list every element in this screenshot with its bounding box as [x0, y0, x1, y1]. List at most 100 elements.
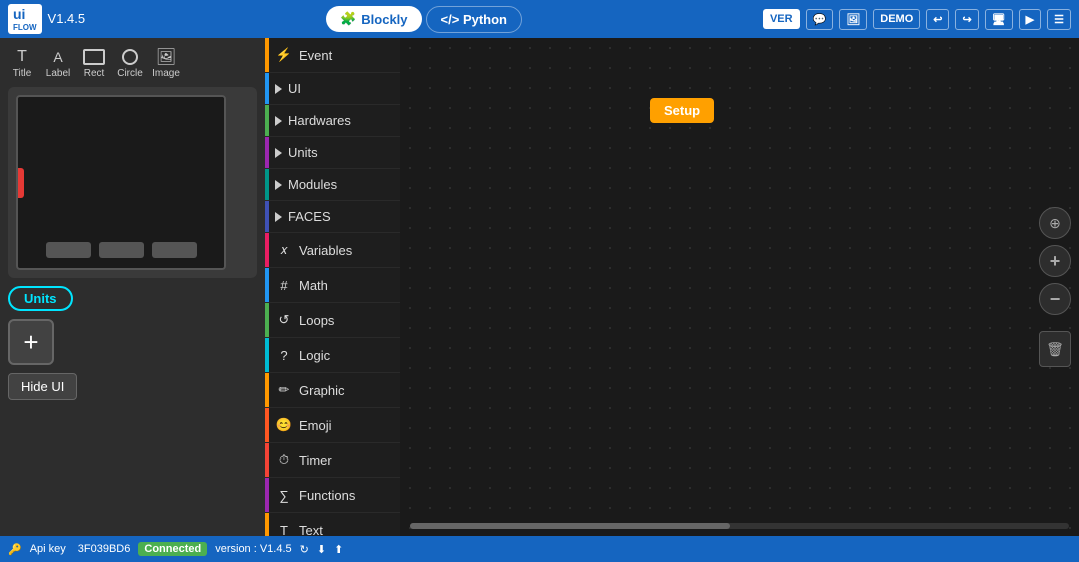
tool-rect[interactable]: Rect — [80, 46, 108, 79]
zoom-in-button[interactable]: + — [1039, 245, 1071, 277]
connected-badge: Connected — [138, 542, 207, 556]
monitor-button[interactable]: 🖥 — [985, 9, 1013, 30]
refresh-icon[interactable]: ↻ — [300, 543, 309, 556]
arrow-icon-modules — [275, 180, 282, 190]
tool-image[interactable]: 🖼 Image — [152, 46, 180, 79]
sidebar-icon-graphic: ✏ — [275, 381, 293, 399]
sidebar-item-loops[interactable]: ↺Loops — [265, 303, 400, 338]
add-unit-button[interactable]: + — [8, 319, 54, 365]
sidebar-icon-logic: ? — [275, 346, 293, 364]
topbar: ui FLOW V1.4.5 🧩 Blockly </> Python VER … — [0, 0, 1079, 38]
api-key-label: Api key — [30, 543, 66, 555]
sidebar-icon-text: T — [275, 521, 293, 536]
device-screen-container — [8, 87, 257, 278]
color-bar-functions — [265, 478, 269, 512]
image-button[interactable]: 🖼 — [839, 9, 867, 30]
bottombar-text: 🔑 Api key 3F039BD6 Connected version : V… — [8, 542, 343, 556]
sidebar-item-faces[interactable]: FACES — [265, 201, 400, 233]
color-bar-ui — [265, 73, 269, 104]
sidebar-item-logic[interactable]: ? Logic — [265, 338, 400, 373]
screen-inner — [18, 97, 224, 268]
run-button[interactable]: ▶ — [1019, 9, 1041, 30]
tool-icons-row: T Title A Label Rect Circle 🖼 — [8, 46, 257, 79]
zoom-target-button[interactable]: ⊕ — [1039, 207, 1071, 239]
sidebar-item-functions[interactable]: ∑ Functions — [265, 478, 400, 513]
sidebar-item-units[interactable]: Units — [265, 137, 400, 169]
color-bar-graphic — [265, 373, 269, 407]
sidebar-item-timer[interactable]: ⏱Timer — [265, 443, 400, 478]
redo-button[interactable]: ↪ — [955, 9, 978, 30]
arrow-icon-units — [275, 148, 282, 158]
sidebar-label-text: Text — [299, 523, 323, 537]
topbar-actions: VER 💬 🖼 DEMO ↩ ↪ 🖥 ▶ ☰ — [763, 9, 1071, 30]
version-label: V1.4.5 — [48, 11, 86, 26]
tool-label[interactable]: A Label — [44, 46, 72, 79]
right-controls: ⊕ + − 🗑 — [1039, 207, 1071, 367]
sidebar-label-functions: Functions — [299, 488, 355, 503]
sidebar-label-faces: FACES — [288, 209, 331, 224]
sidebar-label-math: Math — [299, 278, 328, 293]
sidebar-label-event: Event — [299, 48, 332, 63]
topbar-tabs: 🧩 Blockly </> Python — [326, 6, 522, 33]
sidebar-item-event[interactable]: ⚡ Event — [265, 38, 400, 73]
sidebar-item-variables[interactable]: 𝑥Variables — [265, 233, 400, 268]
sidebar-item-ui[interactable]: UI — [265, 73, 400, 105]
key-icon: 🔑 — [8, 543, 22, 556]
version-info: version : V1.4.5 — [215, 543, 291, 555]
sidebar-item-emoji[interactable]: 😊 Emoji — [265, 408, 400, 443]
sidebar-label-timer: Timer — [299, 453, 332, 468]
download-icon[interactable]: ⬇ — [317, 543, 326, 556]
sidebar-icon-event: ⚡ — [275, 46, 293, 64]
tab-blockly[interactable]: 🧩 Blockly — [326, 6, 421, 32]
bottombar: 🔑 Api key 3F039BD6 Connected version : V… — [0, 536, 1079, 562]
color-bar-math — [265, 268, 269, 302]
tab-python[interactable]: </> Python — [426, 6, 522, 33]
tool-title[interactable]: T Title — [8, 46, 36, 79]
sidebar-label-ui: UI — [288, 81, 301, 96]
sidebar-icon-functions: ∑ — [275, 486, 293, 504]
color-bar-modules — [265, 169, 269, 200]
upload-icon[interactable]: ⬆ — [334, 543, 343, 556]
sidebar-item-graphic[interactable]: ✏ Graphic — [265, 373, 400, 408]
color-bar-units — [265, 137, 269, 168]
trash-button[interactable]: 🗑 — [1039, 331, 1071, 367]
chat-button[interactable]: 💬 — [806, 9, 834, 30]
color-bar-variables — [265, 233, 269, 267]
sidebar-label-emoji: Emoji — [299, 418, 332, 433]
canvas-area[interactable]: Setup ⊕ + − 🗑 — [400, 38, 1079, 536]
undo-button[interactable]: ↩ — [926, 9, 949, 30]
arrow-icon-ui — [275, 84, 282, 94]
main-area: T Title A Label Rect Circle 🖼 — [0, 38, 1079, 536]
sidebar-label-logic: Logic — [299, 348, 330, 363]
color-bar-loops — [265, 303, 269, 337]
ver-button[interactable]: VER — [763, 9, 800, 29]
sidebar-label-loops: Loops — [299, 313, 334, 328]
menu-button[interactable]: ☰ — [1047, 9, 1071, 30]
plus-icon: + — [23, 329, 38, 355]
screen-btn-2 — [99, 242, 144, 258]
arrow-icon-hardwares — [275, 116, 282, 126]
canvas-scrollbar[interactable] — [400, 522, 1079, 530]
zoom-out-button[interactable]: − — [1039, 283, 1071, 315]
color-bar-emoji — [265, 408, 269, 442]
left-panel: T Title A Label Rect Circle 🖼 — [0, 38, 265, 536]
sidebar-item-hardwares[interactable]: Hardwares — [265, 105, 400, 137]
hide-ui-button[interactable]: Hide UI — [8, 373, 77, 400]
api-key-value: 3F039BD6 — [78, 543, 131, 555]
setup-block[interactable]: Setup — [650, 98, 714, 123]
sidebar-item-text[interactable]: T Text — [265, 513, 400, 536]
red-indicator — [18, 168, 24, 198]
sidebar-label-modules: Modules — [288, 177, 337, 192]
sidebar-label-variables: Variables — [299, 243, 352, 258]
sidebar-item-modules[interactable]: Modules — [265, 169, 400, 201]
puzzle-icon: 🧩 — [340, 11, 356, 27]
arrow-icon-faces — [275, 212, 282, 222]
units-badge: Units — [8, 286, 73, 311]
color-bar-hardwares — [265, 105, 269, 136]
tool-circle[interactable]: Circle — [116, 46, 144, 79]
sidebar-icon-emoji: 😊 — [275, 416, 293, 434]
sidebar-label-hardwares: Hardwares — [288, 113, 351, 128]
sidebar-label-graphic: Graphic — [299, 383, 345, 398]
sidebar-item-math[interactable]: #Math — [265, 268, 400, 303]
demo-button[interactable]: DEMO — [873, 9, 920, 29]
